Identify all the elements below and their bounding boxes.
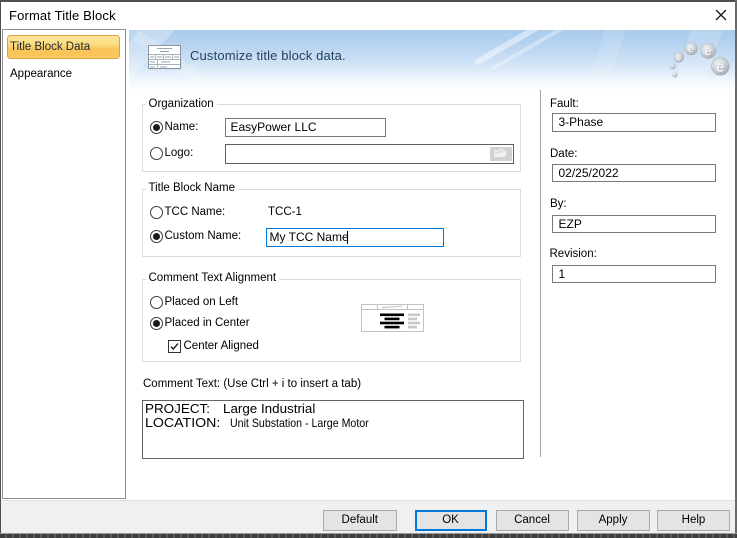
svg-text:e: e <box>677 52 682 62</box>
svg-text:e: e <box>671 64 674 70</box>
svg-text:e: e <box>688 43 694 55</box>
svg-text:e: e <box>716 59 724 76</box>
svg-text:e: e <box>704 43 711 58</box>
